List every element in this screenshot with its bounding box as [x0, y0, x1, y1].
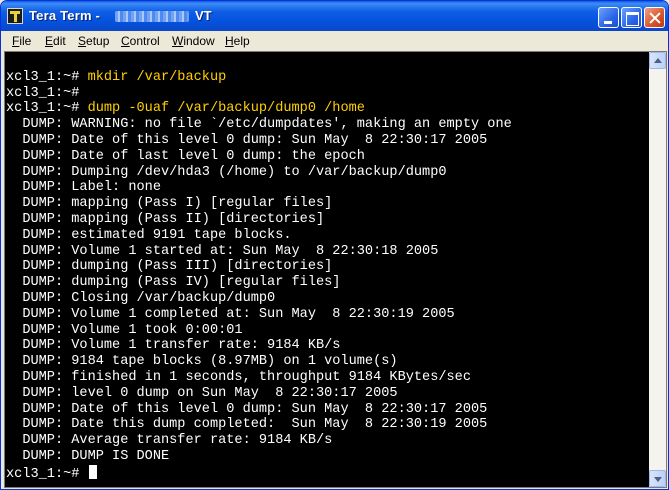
terminal-line: DUMP: DUMP IS DONE [6, 449, 169, 465]
output-text: DUMP: dumping (Pass IV) [regular files] [6, 275, 341, 291]
menu-help[interactable]: Help [225, 34, 250, 48]
terminal-line: DUMP: Date of this level 0 dump: Sun May… [6, 402, 487, 418]
shell-prompt: xcl3_1:~# [6, 466, 88, 482]
output-text: DUMP: Date of this level 0 dump: Sun May… [6, 401, 488, 417]
terminal-line: DUMP: finished in 1 seconds, throughput … [6, 370, 471, 386]
terminal-line: DUMP: mapping (Pass I) [regular files] [6, 196, 332, 212]
output-text: DUMP: Dumping /dev/hda3 (/home) to /var/… [6, 164, 447, 180]
window-title: Tera Term - [29, 8, 101, 23]
terminal-line: xcl3_1:~# mkdir /var/backup [6, 70, 226, 86]
close-icon[interactable] [644, 7, 665, 28]
terminal-line: DUMP: dumping (Pass IV) [regular files] [6, 275, 340, 291]
scroll-down-button[interactable] [649, 470, 666, 487]
minimize-icon[interactable] [598, 7, 619, 28]
terminal-line: DUMP: WARNING: no file `/etc/dumpdates',… [6, 117, 512, 133]
terminal-line: DUMP: estimated 9191 tape blocks. [6, 227, 292, 244]
shell-command: dump -0uaf /var/backup/dump0 /home [87, 101, 365, 117]
text-cursor [88, 464, 97, 479]
output-text: DUMP: 9184 tape blocks (8.97MB) on 1 vol… [6, 354, 398, 370]
output-text: DUMP: finished in 1 seconds, throughput … [6, 370, 471, 385]
window-title-suffix: VT [195, 8, 212, 23]
title-bar[interactable]: Tera Term - VT [1, 1, 668, 31]
terminal-line: DUMP: mapping (Pass II) [directories] [6, 212, 324, 228]
terminal-line: DUMP: Volume 1 completed at: Sun May 8 2… [6, 306, 455, 323]
scroll-up-arrow-icon [654, 58, 662, 63]
terminal-line: DUMP: Closing /var/backup/dump0 [6, 291, 275, 307]
output-text: DUMP: Date of last level 0 dump: the epo… [6, 148, 365, 164]
shell-prompt: xcl3_1:~# [6, 101, 88, 117]
output-text: DUMP: WARNING: no file `/etc/dumpdates',… [6, 117, 512, 133]
output-text: DUMP: Average transfer rate: 9184 KB/s [6, 433, 333, 449]
output-text: DUMP: estimated 9191 tape blocks. [6, 227, 292, 243]
terminal-output[interactable]: xcl3_1:~# mkdir /var/backup xcl3_1:~# xcl… [5, 52, 648, 487]
output-text: DUMP: Label: none [6, 180, 161, 196]
terminal-line: DUMP: dumping (Pass III) [directories] [6, 259, 332, 275]
output-text: DUMP: mapping (Pass II) [directories] [6, 212, 325, 227]
terminal-frame: xcl3_1:~# mkdir /var/backup xcl3_1:~# xcl… [4, 51, 667, 488]
tera-term-app-icon[interactable] [7, 8, 23, 24]
menu-file[interactable]: File [12, 34, 31, 48]
menu-edit[interactable]: Edit [45, 34, 66, 48]
shell-prompt: xcl3_1:~# [6, 69, 88, 85]
terminal-line: DUMP: Volume 1 started at: Sun May 8 22:… [6, 244, 438, 260]
terminal-line: DUMP: Date this dump completed: Sun May … [6, 417, 487, 433]
output-text: DUMP: Date this dump completed: Sun May … [6, 417, 488, 433]
menu-control[interactable]: Control [121, 34, 160, 48]
scroll-down-arrow-icon [654, 477, 662, 482]
scroll-up-button[interactable] [649, 52, 666, 69]
shell-command: mkdir /var/backup [87, 69, 227, 85]
terminal-line: DUMP: level 0 dump on Sun May 8 22:30:17… [6, 385, 398, 402]
output-text: DUMP: Volume 1 completed at: Sun May 8 2… [6, 306, 455, 322]
menu-bar: File Edit Setup Control Window Help [4, 31, 667, 51]
terminal-line: DUMP: Volume 1 transfer rate: 9184 KB/s [6, 338, 340, 354]
tera-term-window: Tera Term - VT File Edit Setup Control W… [0, 0, 669, 490]
maximize-icon[interactable] [621, 7, 642, 28]
shell-prompt: xcl3_1:~# [6, 85, 88, 101]
scroll-track[interactable] [649, 69, 666, 470]
terminal-line: DUMP: Volume 1 took 0:00:01 [6, 322, 243, 339]
menu-setup[interactable]: Setup [78, 34, 109, 48]
output-text: DUMP: Volume 1 took 0:00:01 [6, 322, 243, 338]
output-text: DUMP: DUMP IS DONE [6, 449, 170, 464]
output-text: DUMP: mapping (Pass I) [regular files] [6, 196, 333, 212]
output-text: DUMP: Volume 1 transfer rate: 9184 KB/s [6, 338, 341, 354]
terminal-line: DUMP: Date of this level 0 dump: Sun May… [6, 133, 487, 149]
terminal-line: DUMP: Dumping /dev/hda3 (/home) to /var/… [6, 164, 447, 181]
output-text: DUMP: Closing /var/backup/dump0 [6, 291, 276, 306]
redacted-hostname [115, 11, 189, 22]
terminal-line: DUMP: Label: none [6, 180, 161, 196]
output-text: DUMP: dumping (Pass III) [directories] [6, 259, 333, 275]
terminal-line: xcl3_1:~# [6, 86, 88, 102]
menu-window[interactable]: Window [172, 34, 215, 48]
terminal-line: DUMP: Date of last level 0 dump: the epo… [6, 149, 365, 165]
output-text: DUMP: level 0 dump on Sun May 8 22:30:17… [6, 385, 398, 401]
terminal-line: xcl3_1:~# dump -0uaf /var/backup/dump0 /… [6, 101, 365, 117]
terminal-line: DUMP: 9184 tape blocks (8.97MB) on 1 vol… [6, 354, 398, 370]
terminal-line: xcl3_1:~# [6, 464, 97, 483]
output-text: DUMP: Date of this level 0 dump: Sun May… [6, 133, 488, 148]
vertical-scrollbar[interactable] [649, 52, 666, 487]
terminal-line: DUMP: Average transfer rate: 9184 KB/s [6, 433, 332, 449]
output-text: DUMP: Volume 1 started at: Sun May 8 22:… [6, 243, 439, 259]
